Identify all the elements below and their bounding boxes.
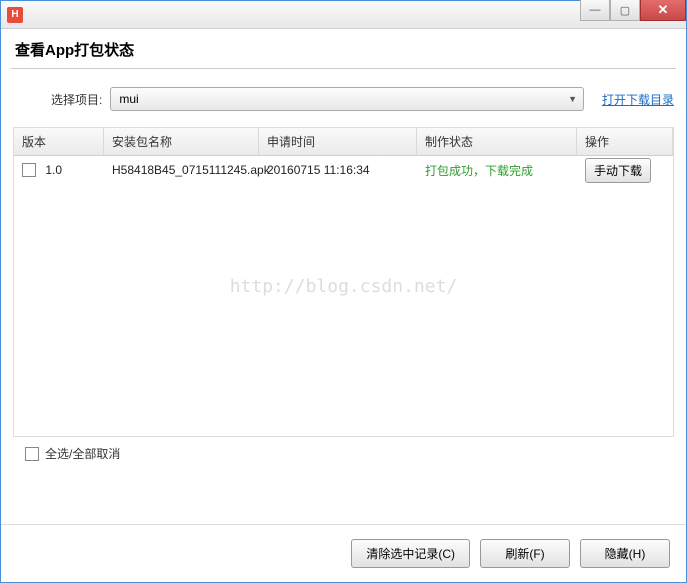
refresh-button[interactable]: 刷新(F): [480, 539, 570, 568]
hide-button[interactable]: 隐藏(H): [580, 539, 670, 568]
cell-operation: 手动下载: [577, 158, 673, 183]
select-all-checkbox[interactable]: [25, 447, 39, 461]
project-dropdown[interactable]: mui: [110, 87, 584, 111]
watermark: http://blog.csdn.net/: [230, 276, 458, 297]
maximize-button[interactable]: ▢: [610, 0, 640, 21]
cell-version: 1.0: [14, 163, 104, 178]
content-area: 选择项目: mui 打开下载目录 版本 安装包名称 申请时间 制作状态 操作 1…: [1, 69, 686, 470]
header-operation[interactable]: 操作: [577, 128, 673, 155]
table-row[interactable]: 1.0 H58418B45_0715111245.apk 20160715 11…: [14, 156, 673, 184]
project-label: 选择项目:: [51, 91, 102, 108]
project-selected-value: mui: [119, 92, 138, 106]
table-body: 1.0 H58418B45_0715111245.apk 20160715 11…: [14, 156, 673, 436]
header-package[interactable]: 安装包名称: [104, 128, 259, 155]
table-header: 版本 安装包名称 申请时间 制作状态 操作: [14, 128, 673, 156]
select-all-row: 全选/全部取消: [13, 437, 674, 470]
manual-download-button[interactable]: 手动下载: [585, 158, 651, 183]
row-checkbox[interactable]: [22, 163, 36, 177]
window-controls: — ▢ ✕: [580, 1, 686, 28]
header-version[interactable]: 版本: [14, 128, 104, 155]
version-value: 1.0: [45, 163, 62, 177]
dialog-title: 查看App打包状态: [1, 29, 686, 66]
select-all-label: 全选/全部取消: [45, 445, 120, 462]
cell-time: 20160715 11:16:34: [259, 163, 417, 177]
title-bar: H — ▢ ✕: [1, 1, 686, 29]
bottom-bar: 清除选中记录(C) 刷新(F) 隐藏(H): [1, 524, 686, 582]
header-status[interactable]: 制作状态: [417, 128, 577, 155]
open-download-dir-link[interactable]: 打开下载目录: [602, 91, 674, 108]
cell-package: H58418B45_0715111245.apk: [104, 163, 259, 177]
clear-selected-button[interactable]: 清除选中记录(C): [351, 539, 470, 568]
cell-status: 打包成功，下载完成: [417, 162, 577, 179]
header-time[interactable]: 申请时间: [259, 128, 417, 155]
close-button[interactable]: ✕: [640, 0, 686, 21]
minimize-button[interactable]: —: [580, 0, 610, 21]
app-icon: H: [7, 7, 23, 23]
table: 版本 安装包名称 申请时间 制作状态 操作 1.0 H58418B45_0715…: [13, 127, 674, 437]
project-selector-row: 选择项目: mui 打开下载目录: [13, 87, 674, 111]
